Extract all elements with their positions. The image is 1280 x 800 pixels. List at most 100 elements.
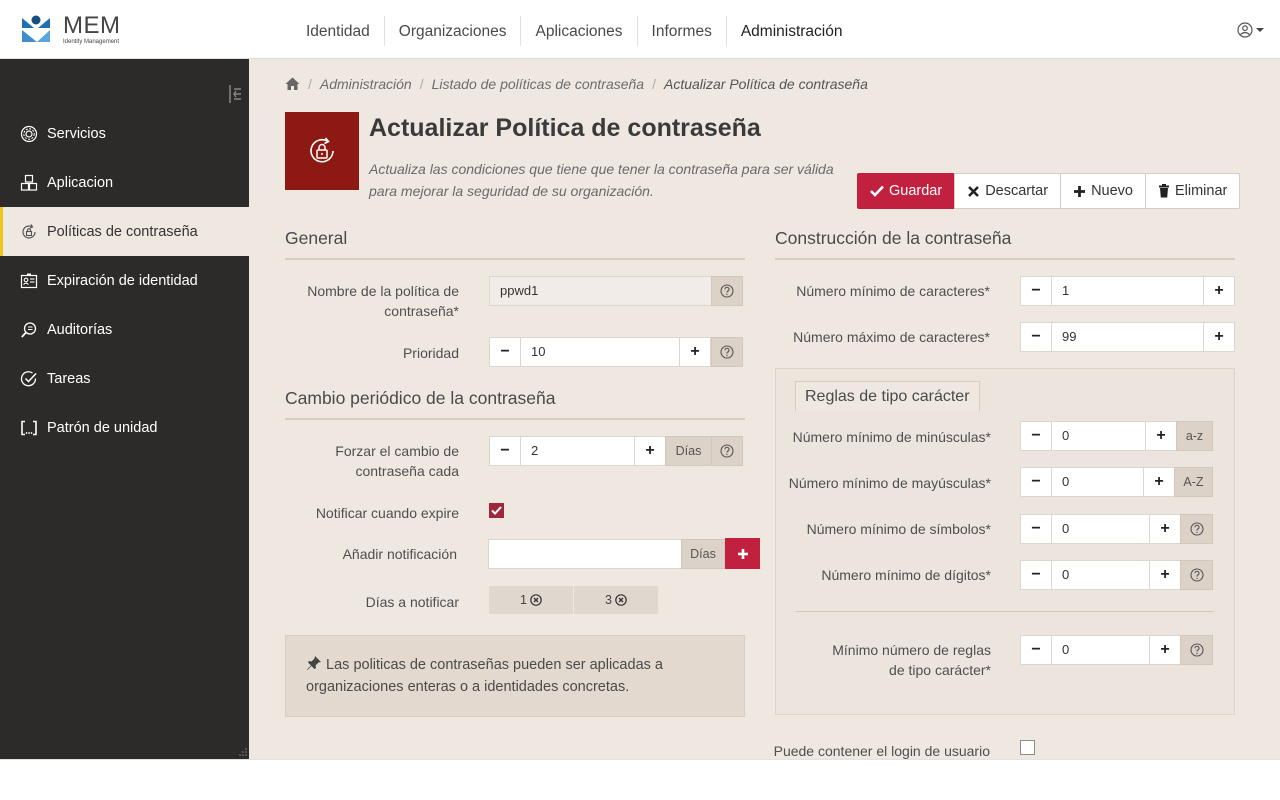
add-notification-input[interactable] [488, 539, 682, 569]
min-symbols-decrement-button[interactable]: − [1020, 514, 1052, 544]
sidebar-menu: Servicios Aplicacion Políticas de contra… [0, 109, 249, 452]
app-logo[interactable]: MEM Identity Management [20, 12, 130, 48]
check-icon [870, 185, 884, 197]
nav-administracion[interactable]: Administración [725, 16, 857, 46]
nav-aplicaciones[interactable]: Aplicaciones [520, 16, 636, 46]
notify-day-chip[interactable]: 3 [574, 586, 658, 614]
remove-circle-icon[interactable] [530, 594, 542, 606]
min-digits-input[interactable]: 0 [1051, 560, 1150, 590]
sidebar-item-label: Patrón de unidad [47, 419, 158, 436]
mem-logo-icon [22, 15, 50, 42]
sidebar-item-auditorias[interactable]: Auditorías [0, 305, 249, 354]
general-section-title: General [285, 228, 348, 248]
min-digits-help[interactable] [1180, 560, 1213, 590]
trash-icon [1158, 184, 1169, 198]
construction-section-title: Construcción de la contraseña [775, 228, 1012, 248]
uppercase-addon: A-Z [1174, 467, 1213, 497]
question-circle-icon [720, 345, 734, 359]
min-uppercase-increment-button[interactable]: + [1143, 467, 1175, 497]
min-digits-label: Número mínimo de dígitos* [821, 567, 991, 583]
notify-expire-checkbox[interactable] [489, 503, 504, 518]
lowercase-addon: a-z [1176, 421, 1213, 451]
min-chars-label: Número mínimo de caracteres* [796, 283, 990, 299]
sidebar-item-politicas[interactable]: Políticas de contraseña [0, 207, 249, 256]
id-card-icon [20, 272, 38, 290]
sidebar-item-label: Aplicacion [47, 174, 114, 191]
nav-identidad[interactable]: Identidad [292, 16, 384, 46]
max-chars-increment-button[interactable]: + [1203, 322, 1235, 352]
new-button[interactable]: Nuevo [1060, 173, 1146, 209]
policy-name-help[interactable] [711, 276, 743, 306]
add-notification-button[interactable] [725, 538, 760, 569]
login-allowed-checkbox[interactable] [1020, 740, 1035, 755]
top-bar: MEM Identity Management Identidad Organi… [0, 0, 1280, 59]
force-change-input[interactable]: 2 [520, 436, 635, 466]
sidebar-item-aplicacion[interactable]: Aplicacion [0, 158, 249, 207]
nav-informes[interactable]: Informes [636, 16, 726, 46]
sidebar-item-servicios[interactable]: Servicios [0, 109, 249, 158]
info-text: Las politicas de contraseñas pueden ser … [306, 657, 663, 695]
force-change-increment-button[interactable]: + [634, 436, 666, 466]
save-button-label: Guardar [889, 183, 943, 199]
resize-grip-icon[interactable] [239, 748, 247, 756]
logo-title: MEM [63, 12, 121, 39]
sidebar-item-expiracion[interactable]: Expiración de identidad [0, 256, 249, 305]
nav-organizaciones[interactable]: Organizaciones [383, 16, 521, 46]
sidebar-item-tareas[interactable]: Tareas [0, 354, 249, 403]
max-chars-input[interactable]: 99 [1051, 322, 1204, 352]
priority-label: Prioridad [402, 345, 459, 361]
min-uppercase-decrement-button[interactable]: − [1020, 467, 1052, 497]
priority-input[interactable]: 10 [520, 337, 680, 367]
force-change-help[interactable] [711, 436, 743, 466]
priority-decrement-button[interactable]: − [489, 337, 521, 367]
character-rules-tab[interactable]: Reglas de tipo carácter [795, 381, 980, 411]
breadcrumb-administracion[interactable]: Administración [320, 76, 412, 92]
page-icon [285, 112, 359, 190]
min-symbols-increment-button[interactable]: + [1149, 514, 1181, 544]
delete-button[interactable]: Eliminar [1144, 173, 1241, 209]
days-to-notify-label: Días a notificar [365, 594, 459, 610]
force-change-label: Forzar el cambio de contraseña cada [335, 443, 459, 479]
min-lowercase-increment-button[interactable]: + [1145, 421, 1177, 451]
plus-icon [1074, 185, 1086, 197]
delete-button-label: Eliminar [1174, 183, 1228, 199]
discard-button[interactable]: Descartar [954, 173, 1062, 209]
min-chars-decrement-button[interactable]: − [1020, 276, 1052, 306]
user-menu[interactable] [1237, 22, 1264, 38]
min-rules-input[interactable]: 0 [1051, 635, 1150, 665]
question-circle-icon [720, 444, 734, 458]
policy-name-label: Nombre de la política de contraseña* [307, 283, 459, 319]
min-rules-increment-button[interactable]: + [1149, 635, 1181, 665]
services-icon [20, 125, 38, 143]
min-rules-help[interactable] [1180, 635, 1213, 665]
max-chars-decrement-button[interactable]: − [1020, 322, 1052, 352]
pin-icon [307, 656, 321, 670]
sidebar-item-label: Políticas de contraseña [47, 223, 198, 240]
min-uppercase-label: Número mínimo de mayúsculas* [788, 475, 991, 491]
priority-help[interactable] [711, 337, 743, 367]
breadcrumb-listado[interactable]: Listado de políticas de contraseña [432, 76, 644, 92]
collapse-sidebar-button[interactable] [227, 83, 243, 105]
min-symbols-input[interactable]: 0 [1051, 514, 1150, 544]
min-chars-increment-button[interactable]: + [1203, 276, 1235, 306]
policy-name-field[interactable]: ppwd1 [489, 276, 712, 306]
min-uppercase-input[interactable]: 0 [1051, 467, 1144, 497]
min-digits-decrement-button[interactable]: − [1020, 560, 1052, 590]
save-button[interactable]: Guardar [857, 173, 956, 209]
min-symbols-help[interactable] [1180, 514, 1213, 544]
sidebar-item-patron[interactable]: Patrón de unidad [0, 403, 249, 452]
min-lowercase-decrement-button[interactable]: − [1020, 421, 1052, 451]
notify-day-chip[interactable]: 1 [489, 586, 573, 614]
min-lowercase-input[interactable]: 0 [1051, 421, 1146, 451]
collapse-left-icon [229, 85, 241, 103]
remove-circle-icon[interactable] [615, 594, 627, 606]
min-rules-decrement-button[interactable]: − [1020, 635, 1052, 665]
home-icon[interactable] [285, 77, 300, 91]
periodic-section-title: Cambio periódico de la contraseña [285, 388, 556, 408]
force-change-decrement-button[interactable]: − [489, 436, 521, 466]
sidebar: Servicios Aplicacion Políticas de contra… [0, 59, 249, 759]
min-digits-increment-button[interactable]: + [1149, 560, 1181, 590]
caret-down-icon [1256, 28, 1264, 32]
priority-increment-button[interactable]: + [679, 337, 711, 367]
min-chars-input[interactable]: 1 [1051, 276, 1204, 306]
